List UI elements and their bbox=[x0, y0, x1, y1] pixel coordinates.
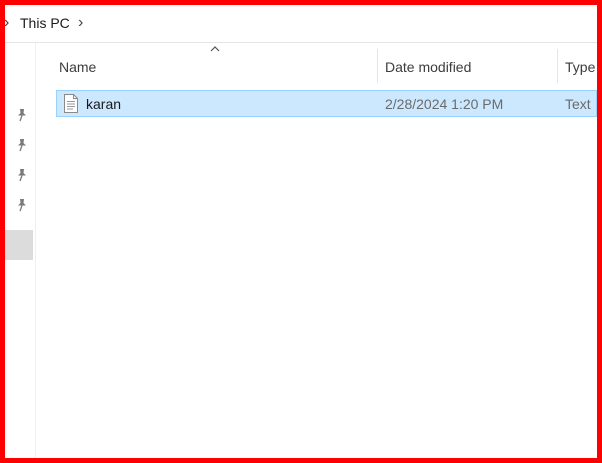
breadcrumb-this-pc[interactable]: This PC bbox=[20, 15, 70, 31]
chevron-right-icon[interactable]: › bbox=[78, 14, 83, 32]
sort-ascending-icon bbox=[210, 46, 220, 52]
column-header: Name Date modified Type bbox=[36, 43, 597, 89]
chevron-right-icon[interactable]: › bbox=[4, 14, 9, 32]
navigation-pane bbox=[5, 43, 36, 458]
file-date-modified: 2/28/2024 1:20 PM bbox=[385, 96, 504, 112]
column-date-modified[interactable]: Date modified bbox=[385, 59, 471, 75]
pin-icon[interactable] bbox=[15, 138, 29, 152]
pin-icon[interactable] bbox=[15, 168, 29, 182]
file-name[interactable]: karan bbox=[86, 96, 121, 112]
address-bar[interactable]: › This PC › bbox=[4, 5, 597, 43]
file-row[interactable]: karan 2/28/2024 1:20 PM Text bbox=[56, 90, 597, 117]
column-name[interactable]: Name bbox=[59, 59, 96, 75]
pin-icon[interactable] bbox=[15, 108, 29, 122]
nav-selected-item[interactable] bbox=[5, 230, 33, 260]
column-divider[interactable] bbox=[377, 49, 378, 83]
file-type: Text bbox=[565, 96, 591, 112]
pin-icon[interactable] bbox=[15, 198, 29, 212]
column-divider[interactable] bbox=[557, 49, 558, 83]
column-type[interactable]: Type bbox=[565, 59, 595, 75]
text-file-icon bbox=[64, 94, 78, 113]
